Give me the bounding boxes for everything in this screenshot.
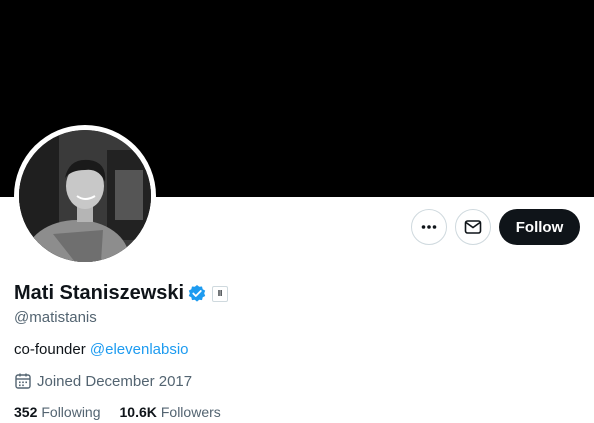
followers-link[interactable]: 10.6K Followers [120,404,221,420]
message-button[interactable] [455,209,491,245]
following-label: Following [41,404,101,420]
affiliate-badge[interactable]: II [212,285,229,302]
verified-badge-icon[interactable] [187,284,207,304]
more-horizontal-icon [420,218,438,236]
joined-row: Joined December 2017 [14,372,192,390]
name-row: Mati Staniszewski II [14,282,229,305]
bio-mention-link[interactable]: @elevenlabsio [90,341,189,358]
follow-stats: 352 Following 10.6K Followers [14,404,240,420]
envelope-icon [464,218,482,236]
profile-bio: co-founder @elevenlabsio [14,341,189,358]
avatar[interactable] [19,130,151,262]
followers-count: 10.6K [119,404,157,420]
joined-date: Joined December 2017 [37,372,193,390]
display-name: Mati Staniszewski [14,282,185,304]
avatar-photo [19,130,151,262]
more-button[interactable] [411,209,447,245]
following-link[interactable]: 352 Following [14,404,101,420]
calendar-icon [14,372,32,390]
following-count: 352 [14,404,38,420]
follow-button[interactable]: Follow [499,209,580,245]
followers-label: Followers [160,404,221,420]
profile-handle: @matistanis [14,309,97,326]
bio-text: co-founder [14,341,90,358]
